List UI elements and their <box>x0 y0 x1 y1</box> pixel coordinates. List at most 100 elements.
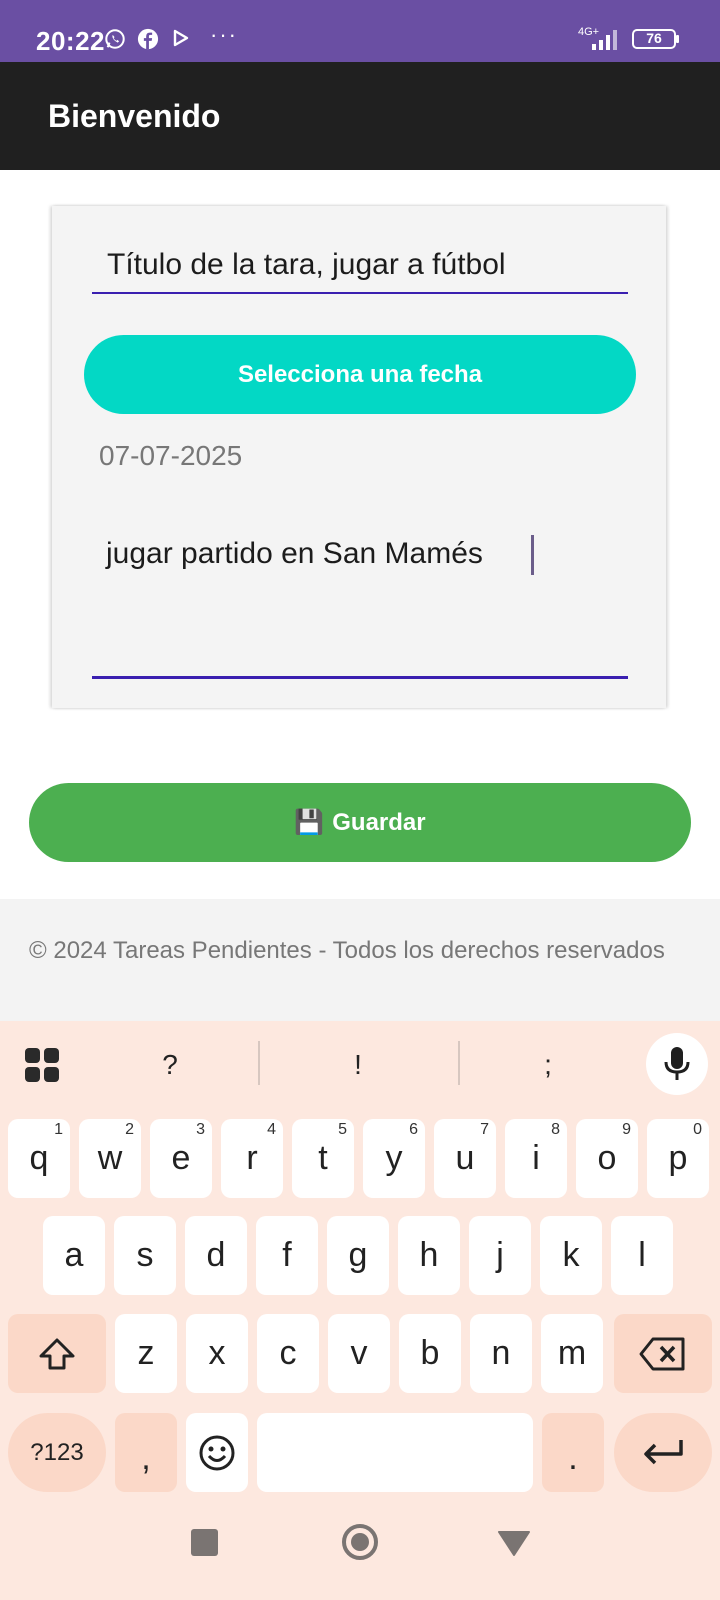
key-label: d <box>206 1236 226 1274</box>
back-triangle-icon[interactable] <box>497 1529 531 1557</box>
key-hint: 4 <box>267 1121 276 1138</box>
status-time: 20:22 <box>36 26 105 56</box>
suggestion-exclamation[interactable]: ! <box>338 1049 378 1081</box>
key-label: b <box>420 1334 440 1372</box>
key-s[interactable]: s <box>114 1216 176 1295</box>
key-j[interactable]: j <box>469 1216 531 1295</box>
home-icon[interactable] <box>341 1523 379 1561</box>
key-y[interactable]: y6 <box>363 1119 425 1198</box>
recent-apps-icon[interactable] <box>191 1529 218 1556</box>
backspace-key[interactable] <box>614 1314 712 1393</box>
key-label: l <box>638 1236 646 1274</box>
key-d[interactable]: d <box>185 1216 247 1295</box>
key-label: v <box>350 1334 368 1372</box>
key-f[interactable]: f <box>256 1216 318 1295</box>
key-label: z <box>137 1334 155 1372</box>
page-title: Bienvenido <box>48 98 221 134</box>
more-notifications-icon: ··· <box>210 22 238 47</box>
whatsapp-icon <box>105 29 125 49</box>
shift-arrow-icon <box>39 1338 75 1369</box>
key-hint: 0 <box>693 1121 702 1138</box>
suggestion-semicolon[interactable]: ; <box>528 1049 568 1081</box>
microphone-icon <box>664 1047 690 1080</box>
key-a[interactable]: a <box>43 1216 105 1295</box>
key-hint: 7 <box>480 1121 489 1138</box>
emoji-key[interactable] <box>186 1413 248 1492</box>
key-q[interactable]: q1 <box>8 1119 70 1198</box>
keyboard-apps-grid-icon[interactable] <box>24 1047 60 1083</box>
key-k[interactable]: k <box>540 1216 602 1295</box>
suggestion-question[interactable]: ? <box>150 1049 190 1081</box>
key-hint: 1 <box>54 1121 63 1138</box>
comma-key-label: , <box>141 1439 151 1477</box>
key-t[interactable]: t5 <box>292 1119 354 1198</box>
key-label: x <box>208 1334 226 1372</box>
comma-key[interactable]: , <box>115 1413 177 1492</box>
shift-key[interactable] <box>8 1314 106 1393</box>
symbols-key[interactable]: ?123 <box>8 1413 106 1492</box>
key-label: g <box>348 1236 368 1274</box>
backspace-icon <box>639 1337 685 1370</box>
key-h[interactable]: h <box>398 1216 460 1295</box>
key-label: q <box>29 1139 49 1177</box>
key-label: y <box>385 1139 403 1177</box>
network-type: 4G+ <box>578 26 599 38</box>
key-label: r <box>246 1139 258 1177</box>
key-label: p <box>668 1139 688 1177</box>
key-w[interactable]: w2 <box>79 1119 141 1198</box>
key-e[interactable]: e3 <box>150 1119 212 1198</box>
key-label: e <box>171 1139 191 1177</box>
key-label: w <box>97 1139 123 1177</box>
key-hint: 8 <box>551 1121 560 1138</box>
key-label: t <box>318 1139 328 1177</box>
facebook-icon <box>137 28 159 50</box>
enter-arrow-icon <box>644 1439 683 1464</box>
key-hint: 9 <box>622 1121 631 1138</box>
key-hint: 6 <box>409 1121 418 1138</box>
task-title-input[interactable] <box>92 238 628 294</box>
signal-icon: 4G+ <box>578 26 617 50</box>
key-o[interactable]: o9 <box>576 1119 638 1198</box>
key-label: o <box>597 1139 617 1177</box>
status-bar: 20:22 ··· 4G+ 76 <box>0 0 720 62</box>
key-i[interactable]: i8 <box>505 1119 567 1198</box>
key-x[interactable]: x <box>186 1314 248 1393</box>
key-label: k <box>562 1236 580 1274</box>
key-c[interactable]: c <box>257 1314 319 1393</box>
key-n[interactable]: n <box>470 1314 532 1393</box>
key-label: h <box>419 1236 439 1274</box>
key-label: a <box>64 1236 84 1274</box>
select-date-button[interactable]: Selecciona una fecha <box>84 335 636 414</box>
symbols-key-label: ?123 <box>30 1438 84 1466</box>
key-g[interactable]: g <box>327 1216 389 1295</box>
save-button-label: Guardar <box>332 808 426 836</box>
key-label: u <box>455 1139 475 1177</box>
key-label: m <box>557 1334 587 1372</box>
key-m[interactable]: m <box>541 1314 603 1393</box>
key-u[interactable]: u7 <box>434 1119 496 1198</box>
soft-keyboard: ? ! ; q1w2e3r4t5y6u7i8o9p0 asdfghjkl zxc… <box>0 1021 720 1499</box>
period-key-label: . <box>568 1439 578 1477</box>
suggestion-divider <box>458 1041 460 1085</box>
key-r[interactable]: r4 <box>221 1119 283 1198</box>
voice-input-button[interactable] <box>646 1033 708 1095</box>
key-b[interactable]: b <box>399 1314 461 1393</box>
key-v[interactable]: v <box>328 1314 390 1393</box>
key-p[interactable]: p0 <box>647 1119 709 1198</box>
key-l[interactable]: l <box>611 1216 673 1295</box>
selected-date: 07-07-2025 <box>99 440 243 471</box>
suggestion-divider <box>258 1041 260 1085</box>
key-z[interactable]: z <box>115 1314 177 1393</box>
floppy-disk-icon: 💾 <box>294 809 325 836</box>
period-key[interactable]: . <box>542 1413 604 1492</box>
app-bar: Bienvenido <box>0 62 720 170</box>
battery-level: 76 <box>646 30 662 46</box>
key-label: j <box>496 1236 504 1274</box>
key-label: c <box>279 1334 297 1372</box>
space-key[interactable] <box>257 1413 533 1492</box>
enter-key[interactable] <box>614 1413 712 1492</box>
key-hint: 5 <box>338 1121 347 1138</box>
key-label: f <box>282 1236 292 1274</box>
key-label: s <box>136 1236 154 1274</box>
save-button[interactable]: 💾 Guardar <box>29 783 691 862</box>
